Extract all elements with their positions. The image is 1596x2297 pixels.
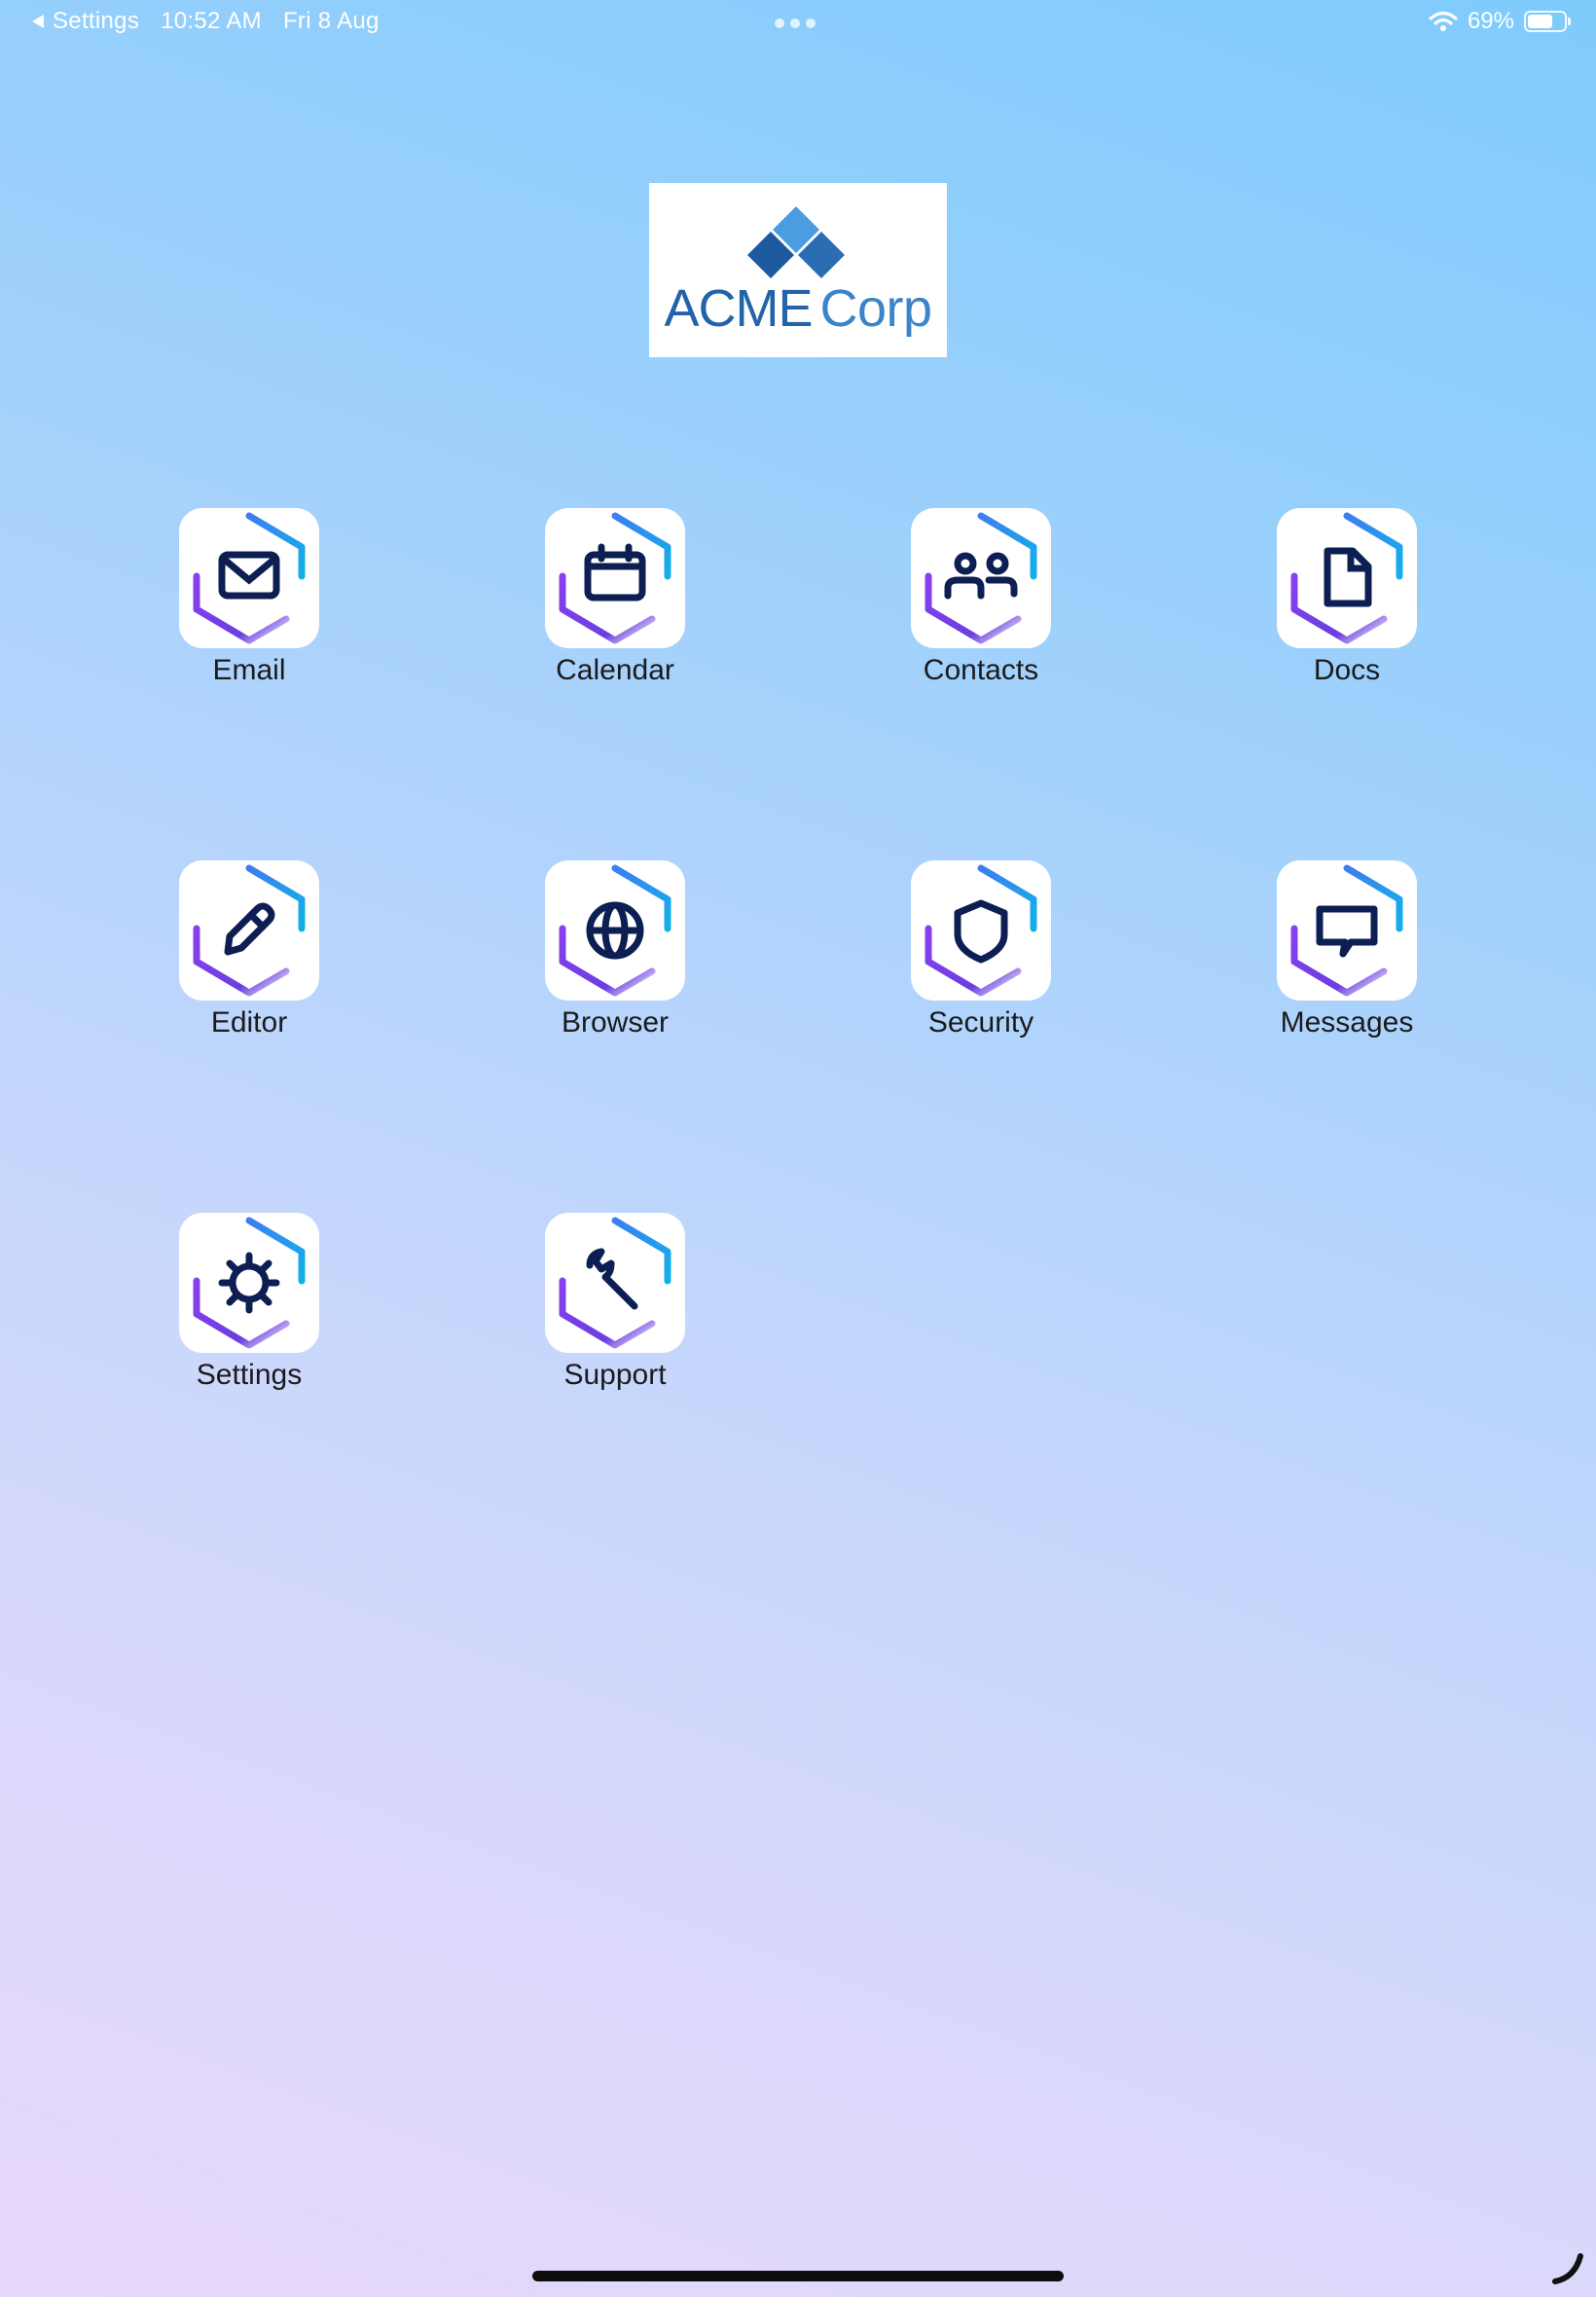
app-settings[interactable]: Settings — [126, 1213, 379, 1407]
home-indicator[interactable] — [532, 2271, 1064, 2281]
status-time: 10:52 AM — [161, 8, 262, 34]
status-date: Fri 8 Aug — [282, 8, 380, 34]
app-label: Contacts — [923, 654, 1039, 686]
back-to-settings-link[interactable]: Settings — [31, 8, 139, 35]
status-right: 69% — [1429, 8, 1571, 35]
logo-text-corp: Corp — [819, 279, 932, 338]
gear-icon[interactable] — [179, 1213, 319, 1353]
scroll-curve-icon — [1552, 2253, 1583, 2284]
calendar-icon[interactable] — [545, 508, 685, 648]
app-calendar[interactable]: Calendar — [491, 508, 744, 703]
globe-icon[interactable] — [545, 860, 685, 1001]
battery-fill — [1528, 15, 1552, 28]
ellipsis-icon[interactable] — [775, 18, 816, 28]
back-link-label: Settings — [53, 8, 140, 34]
app-security[interactable]: Security — [857, 860, 1110, 1055]
envelope-icon[interactable] — [179, 508, 319, 648]
app-label: Docs — [1313, 654, 1381, 686]
logo-text-acme: ACME — [664, 279, 813, 338]
battery-percent: 69% — [1467, 8, 1514, 34]
chat-bubble-icon[interactable] — [1277, 860, 1417, 1001]
app-label: Email — [212, 654, 286, 686]
app-contacts[interactable]: Contacts — [857, 508, 1110, 703]
wrench-icon[interactable] — [545, 1213, 685, 1353]
app-label: Settings — [196, 1359, 303, 1391]
status-left: Settings 10:52 AM Fri 8 Aug — [31, 8, 380, 35]
people-icon[interactable] — [911, 508, 1051, 648]
app-docs[interactable]: Docs — [1223, 508, 1476, 703]
document-icon[interactable] — [1277, 508, 1417, 648]
pencil-icon[interactable] — [179, 860, 319, 1001]
acme-corp-logo: ACME Corp — [649, 183, 947, 357]
app-label: Messages — [1280, 1006, 1414, 1039]
shield-icon[interactable] — [911, 860, 1051, 1001]
app-support[interactable]: Support — [491, 1213, 744, 1407]
battery-icon — [1524, 11, 1571, 32]
app-label: Calendar — [556, 654, 674, 686]
back-triangle-icon — [32, 15, 44, 28]
logo-wordmark: ACME Corp — [649, 278, 947, 339]
app-label: Security — [927, 1006, 1034, 1039]
status-bar: Settings 10:52 AM Fri 8 Aug 69% — [0, 0, 1596, 47]
app-editor[interactable]: Editor — [126, 860, 379, 1055]
wifi-icon — [1429, 11, 1458, 31]
app-label: Support — [563, 1359, 667, 1391]
app-label: Editor — [210, 1006, 288, 1039]
app-messages[interactable]: Messages — [1223, 860, 1476, 1055]
app-browser[interactable]: Browser — [491, 860, 744, 1055]
app-label: Browser — [561, 1006, 670, 1039]
app-email[interactable]: Email — [126, 508, 379, 703]
